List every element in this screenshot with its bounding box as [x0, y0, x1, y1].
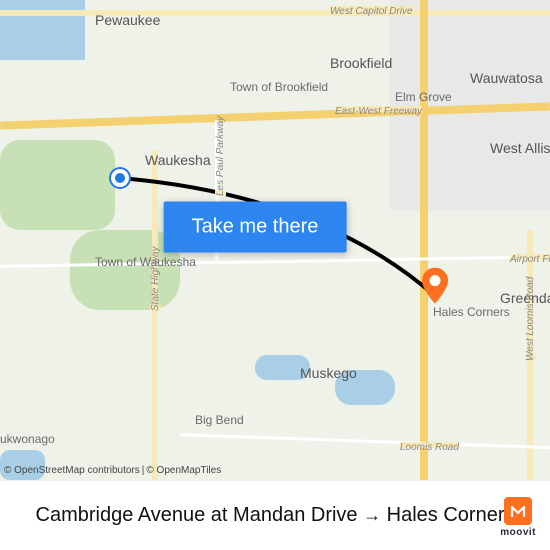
route-to: Hales Corners: [387, 504, 515, 526]
attrib-osm[interactable]: © OpenStreetMap contributors: [4, 465, 140, 476]
attrib-tiles[interactable]: © OpenMapTiles: [146, 465, 221, 476]
brand-logo[interactable]: moovit: [500, 497, 536, 538]
label-hales-corners: Hales Corners: [433, 305, 510, 319]
pin-destination[interactable]: [422, 268, 448, 304]
label-brookfield: Brookfield: [330, 55, 392, 71]
route-from: Cambridge Avenue at Mandan Drive: [36, 504, 358, 526]
pin-origin[interactable]: [111, 169, 129, 187]
map-canvas[interactable]: Pewaukee Brookfield Town of Brookfield E…: [0, 0, 550, 480]
road-loomis: [180, 433, 550, 450]
label-greendale: Greendale: [500, 290, 550, 306]
label-mukwonago: ukwonago: [0, 432, 55, 446]
road-loomis-ns: [527, 230, 533, 480]
label-big-bend: Big Bend: [195, 413, 244, 427]
route-header: Cambridge Avenue at Mandan Drive → Hales…: [0, 480, 550, 550]
attrib-sep: |: [142, 465, 145, 476]
map-attribution: © OpenStreetMap contributors | © OpenMap…: [4, 465, 221, 476]
park-west: [0, 140, 115, 230]
brand-icon: [504, 497, 532, 525]
label-town-brookfield: Town of Brookfield: [230, 80, 328, 94]
road-capitol: [0, 10, 550, 16]
take-me-there-button[interactable]: Take me there: [164, 202, 347, 253]
lake-northwest: [0, 0, 85, 60]
lake-muskego-2: [335, 370, 395, 405]
route-arrow-icon: →: [363, 505, 381, 525]
road-ns-1: [420, 0, 428, 480]
brand-text: moovit: [500, 527, 536, 538]
road-state-hwy: [152, 150, 158, 480]
lake-muskego-1: [255, 355, 310, 380]
